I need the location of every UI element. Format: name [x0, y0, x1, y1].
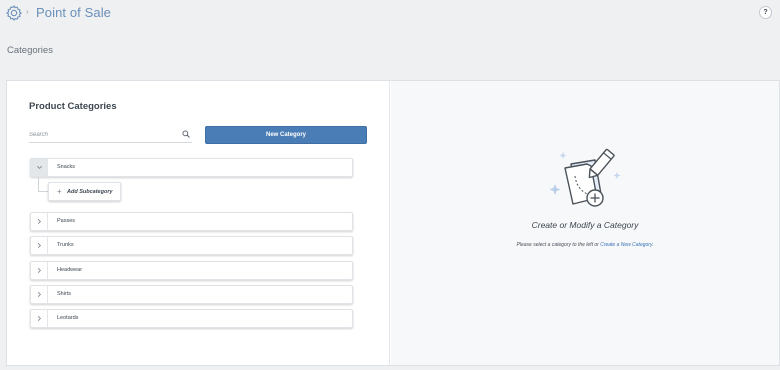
category-row-leotards[interactable]: Leotards — [30, 309, 353, 328]
category-label: Headwear — [57, 267, 83, 273]
edit-category-illustration-icon — [549, 148, 621, 207]
expand-toggle[interactable] — [31, 262, 48, 279]
create-category-link[interactable]: Create a New Category — [600, 242, 652, 248]
empty-state-prefix: Please select a category to the left or — [516, 242, 599, 248]
breadcrumb-separator: › — [26, 7, 29, 16]
category-label: Leotards — [57, 315, 79, 321]
new-category-button[interactable]: New Category — [205, 126, 367, 144]
chevron-right-icon — [37, 316, 41, 321]
expand-toggle[interactable] — [31, 286, 48, 303]
chevron-right-icon — [37, 268, 41, 273]
category-detail-pane: Create or Modify a Category Please selec… — [391, 81, 779, 365]
pane-title: Product Categories — [29, 101, 117, 112]
tree-connector — [38, 191, 48, 192]
category-label: Snacks — [57, 164, 76, 170]
empty-state-text: Please select a category to the left or … — [391, 242, 779, 248]
search-field — [29, 128, 192, 143]
top-bar: › Point of Sale ? — [0, 0, 780, 28]
category-label: Trunks — [57, 242, 74, 248]
search-input[interactable] — [29, 128, 179, 141]
chevron-right-icon — [37, 219, 41, 224]
expand-toggle[interactable] — [31, 237, 48, 254]
chevron-right-icon — [37, 292, 41, 297]
empty-state-title: Create or Modify a Category — [531, 220, 639, 230]
help-button[interactable]: ? — [759, 6, 772, 19]
collapse-toggle[interactable] — [31, 159, 48, 176]
expand-toggle[interactable] — [31, 310, 48, 327]
search-icon[interactable] — [182, 130, 190, 138]
app-title: Point of Sale — [36, 5, 112, 20]
empty-state-suffix: . — [652, 242, 654, 248]
category-row-headwear[interactable]: Headwear — [30, 261, 353, 280]
main-card: Product Categories New Category Snacks +… — [6, 80, 780, 366]
add-subcategory-label: Add Subcategory — [67, 189, 113, 195]
gear-icon[interactable] — [5, 4, 23, 22]
category-label: Passes — [57, 218, 76, 224]
chevron-down-icon — [37, 165, 42, 169]
category-list-pane: Product Categories New Category Snacks +… — [7, 81, 390, 365]
plus-icon: + — [57, 187, 62, 196]
expand-toggle[interactable] — [31, 213, 48, 230]
category-row-snacks[interactable]: Snacks — [30, 158, 353, 177]
category-row-passes[interactable]: Passes — [30, 212, 353, 231]
chevron-right-icon — [37, 243, 41, 248]
tree-connector — [38, 177, 39, 192]
add-subcategory-button[interactable]: + Add Subcategory — [48, 182, 121, 201]
category-row-shirts[interactable]: Shirts — [30, 285, 353, 304]
category-label: Shirts — [57, 291, 72, 297]
page-title: Categories — [7, 45, 53, 56]
category-row-trunks[interactable]: Trunks — [30, 236, 353, 255]
